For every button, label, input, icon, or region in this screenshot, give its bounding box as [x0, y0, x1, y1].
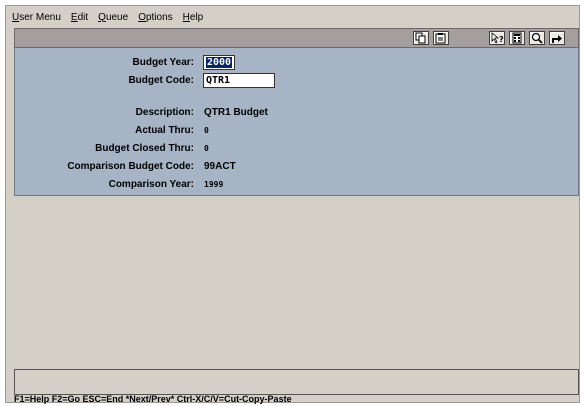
menu-bar: User Menu Edit Queue Options Help	[6, 6, 579, 28]
paste-icon	[435, 33, 446, 44]
budget-closed-thru-value: 0	[204, 144, 209, 153]
svg-text:?: ?	[499, 35, 504, 44]
detail-area	[14, 196, 579, 369]
paste-button[interactable]	[433, 31, 449, 45]
budget-form: Budget Year: 2000 Budget Code: QTR1 Desc…	[14, 48, 579, 196]
budget-code-row: Budget Code: QTR1	[15, 73, 578, 88]
exit-button[interactable]	[549, 31, 565, 45]
menu-edit[interactable]: Edit	[67, 12, 92, 23]
calculator-button[interactable]	[509, 31, 525, 45]
comparison-budget-code-row: Comparison Budget Code: 99ACT	[15, 160, 578, 174]
toolbar: ?	[14, 28, 579, 48]
copy-icon	[415, 32, 426, 44]
search-button[interactable]	[529, 31, 545, 45]
help-pointer-button[interactable]: ?	[489, 31, 505, 45]
actual-thru-label: Actual Thru:	[135, 125, 194, 136]
comparison-year-value: 1999	[204, 180, 224, 189]
exit-icon	[552, 35, 562, 43]
budget-year-label: Budget Year:	[132, 57, 195, 68]
menu-help[interactable]: Help	[179, 12, 208, 23]
menu-user-menu[interactable]: User Menu	[8, 12, 65, 23]
calculator-icon	[512, 32, 522, 44]
copy-button[interactable]	[413, 31, 429, 45]
budget-code-label: Budget Code:	[128, 75, 194, 86]
status-bar: F1=Help F2=Go ESC=End *Next/Prev* Ctrl-X…	[14, 395, 292, 404]
description-row: Description: QTR1 Budget	[15, 106, 578, 120]
budget-year-field[interactable]: 2000	[203, 55, 235, 70]
comparison-budget-code-label: Comparison Budget Code:	[67, 161, 194, 172]
budget-closed-thru-label: Budget Closed Thru:	[95, 143, 194, 154]
menu-queue[interactable]: Queue	[94, 12, 132, 23]
description-value: QTR1 Budget	[204, 107, 268, 118]
budget-code-field[interactable]: QTR1	[203, 73, 275, 88]
description-label: Description:	[135, 107, 194, 118]
menu-options[interactable]: Options	[134, 12, 176, 23]
budget-year-row: Budget Year: 2000	[15, 55, 578, 70]
comparison-year-row: Comparison Year: 1999	[15, 178, 578, 192]
app-window: User Menu Edit Queue Options Help ? Budg…	[5, 5, 580, 404]
comparison-budget-code-value: 99ACT	[204, 161, 236, 172]
search-icon	[531, 32, 543, 44]
actual-thru-value: 0	[204, 126, 209, 135]
help-pointer-icon: ?	[491, 32, 504, 44]
comparison-year-label: Comparison Year:	[108, 179, 194, 190]
actual-thru-row: Actual Thru: 0	[15, 124, 578, 138]
message-box	[14, 369, 579, 395]
budget-closed-thru-row: Budget Closed Thru: 0	[15, 142, 578, 156]
